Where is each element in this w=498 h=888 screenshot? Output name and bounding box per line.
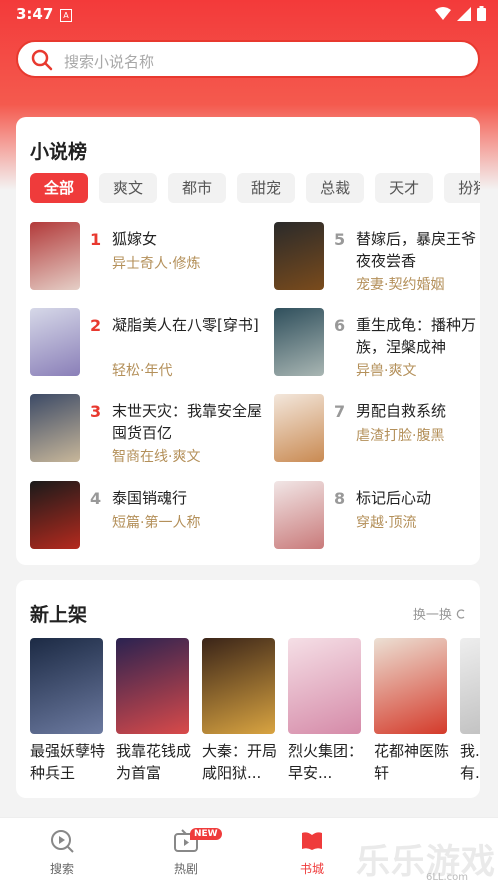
book-title: 大秦：开局咸阳狱... bbox=[202, 742, 278, 782]
tab-dushi[interactable]: 都市 bbox=[168, 173, 227, 203]
ranking-title: 小说榜 bbox=[30, 141, 88, 163]
book-tags: 短篇·第一人称 bbox=[112, 515, 201, 531]
new-book-4[interactable]: 烈火集团：早安... bbox=[288, 638, 364, 784]
book-title: 标记后心动 bbox=[356, 489, 432, 507]
search-play-icon bbox=[51, 830, 74, 853]
book-cover bbox=[116, 638, 189, 734]
book-cover bbox=[274, 481, 324, 549]
book-cover bbox=[30, 394, 80, 462]
tab-tiancai[interactable]: 天才 bbox=[375, 173, 434, 203]
book-cover bbox=[274, 308, 324, 376]
book-cover bbox=[460, 638, 480, 734]
book-title: 我靠花钱成为首富 bbox=[116, 742, 192, 782]
book-tags: 宠妻·契约婚姻 bbox=[356, 277, 445, 293]
sim-icon: A bbox=[60, 9, 72, 22]
book-title: 男配自救系统 bbox=[356, 402, 447, 420]
signal-icon bbox=[457, 6, 471, 21]
tab-shuangwen[interactable]: 爽文 bbox=[99, 173, 158, 203]
status-bar: 3:47 A bbox=[0, 0, 498, 30]
tab-zongcai[interactable]: 总裁 bbox=[306, 173, 365, 203]
nav-drama-label: 热剧 bbox=[173, 862, 198, 876]
nav-bookcity[interactable]: 书城 bbox=[272, 828, 352, 877]
tab-all[interactable]: 全部 bbox=[30, 173, 89, 203]
book-tags: 轻松·年代 bbox=[112, 363, 173, 379]
new-book-1[interactable]: 最强妖孽特种兵王 bbox=[30, 638, 106, 784]
new-badge: NEW bbox=[190, 828, 222, 840]
battery-icon bbox=[477, 6, 486, 21]
search-placeholder: 搜索小说名称 bbox=[64, 53, 155, 71]
rank-item-1[interactable]: 1 狐嫁女 异士奇人·修炼 bbox=[30, 222, 260, 294]
rank-item-6[interactable]: 6 重生成龟：播种万族，涅槃成神 异兽·爽文 bbox=[274, 308, 498, 380]
new-arrivals-title: 新上架 bbox=[30, 604, 88, 626]
search-bar[interactable]: 搜索小说名称 bbox=[16, 40, 480, 78]
book-title: 末世天灾：我靠安全屋囤货百亿 bbox=[112, 402, 263, 442]
book-tags: 异士奇人·修炼 bbox=[112, 256, 201, 272]
rank-item-8[interactable]: 8 标记后心动 穿越·顶流 bbox=[274, 481, 498, 553]
ranking-card: 小说榜 全部爽文都市甜宠总裁天才扮猪吃 1 狐嫁女 异士奇人·修炼 2 凝脂美人… bbox=[16, 117, 480, 565]
ranking-tabs: 全部爽文都市甜宠总裁天才扮猪吃 bbox=[30, 173, 480, 205]
wifi-icon bbox=[435, 6, 451, 20]
rank-number: 2 bbox=[90, 316, 102, 335]
new-book-3[interactable]: 大秦：开局咸阳狱... bbox=[202, 638, 278, 784]
book-tags: 穿越·顶流 bbox=[356, 515, 417, 531]
rank-number: 4 bbox=[90, 489, 102, 508]
rank-item-7[interactable]: 7 男配自救系统 虐渣打脸·腹黑 bbox=[274, 394, 498, 466]
book-title: 我...有... bbox=[460, 742, 480, 782]
book-title: 花都神医陈轩 bbox=[374, 742, 450, 782]
rank-number: 1 bbox=[90, 230, 102, 249]
book-cover bbox=[274, 222, 324, 290]
rank-item-5[interactable]: 5 替嫁后，暴戾王爷夜夜尝香 宠妻·契约婚姻 bbox=[274, 222, 498, 294]
tab-banzhuchi[interactable]: 扮猪吃 bbox=[444, 173, 480, 203]
nav-search-label: 搜索 bbox=[49, 862, 74, 876]
book-icon bbox=[302, 832, 322, 850]
book-cover bbox=[30, 308, 80, 376]
book-cover bbox=[30, 638, 103, 734]
book-title: 最强妖孽特种兵王 bbox=[30, 742, 106, 782]
book-tags: 虐渣打脸·腹黑 bbox=[356, 428, 445, 444]
book-title: 重生成龟：播种万族，涅槃成神 bbox=[356, 316, 477, 356]
book-tags: 异兽·爽文 bbox=[356, 363, 417, 379]
status-icons bbox=[435, 6, 486, 21]
book-title: 替嫁后，暴戾王爷夜夜尝香 bbox=[356, 230, 477, 270]
rank-item-2[interactable]: 2 凝脂美人在八零[穿书] 轻松·年代 bbox=[30, 308, 260, 380]
new-book-5[interactable]: 花都神医陈轩 bbox=[374, 638, 450, 784]
new-arrivals-card: 新上架 换一换 最强妖孽特种兵王 我靠花钱成为首富 大秦：开局咸阳狱... 烈火… bbox=[16, 580, 480, 798]
book-title: 凝脂美人在八零[穿书] bbox=[112, 316, 259, 334]
new-book-2[interactable]: 我靠花钱成为首富 bbox=[116, 638, 192, 784]
rank-number: 6 bbox=[334, 316, 346, 335]
nav-drama[interactable]: NEW 热剧 bbox=[146, 828, 226, 877]
new-book-6[interactable]: 我...有... bbox=[460, 638, 480, 784]
rank-item-3[interactable]: 3 末世天灾：我靠安全屋囤货百亿 智商在线·爽文 bbox=[30, 394, 263, 466]
tab-tianchong[interactable]: 甜宠 bbox=[237, 173, 296, 203]
book-cover bbox=[274, 394, 324, 462]
rank-number: 5 bbox=[334, 230, 346, 249]
watermark-url: 6LL.com bbox=[425, 872, 468, 883]
book-cover bbox=[30, 481, 80, 549]
refresh-button[interactable]: 换一换 bbox=[413, 604, 466, 623]
book-cover bbox=[288, 638, 361, 734]
refresh-label: 换一换 bbox=[412, 608, 452, 623]
rank-number: 8 bbox=[334, 489, 346, 508]
book-title: 烈火集团：早安... bbox=[288, 742, 364, 782]
refresh-icon bbox=[456, 609, 465, 619]
search-icon bbox=[31, 49, 53, 71]
rank-number: 7 bbox=[334, 402, 346, 421]
book-cover bbox=[30, 222, 80, 290]
nav-search[interactable]: 搜索 bbox=[22, 828, 102, 877]
nav-bookcity-label: 书城 bbox=[299, 862, 324, 876]
book-cover bbox=[374, 638, 447, 734]
book-title: 泰国销魂行 bbox=[112, 489, 188, 507]
book-tags: 智商在线·爽文 bbox=[112, 449, 201, 465]
rank-number: 3 bbox=[90, 402, 102, 421]
rank-item-4[interactable]: 4 泰国销魂行 短篇·第一人称 bbox=[30, 481, 260, 553]
status-time: 3:47 bbox=[16, 5, 54, 23]
book-cover bbox=[202, 638, 275, 734]
book-title: 狐嫁女 bbox=[112, 230, 158, 248]
